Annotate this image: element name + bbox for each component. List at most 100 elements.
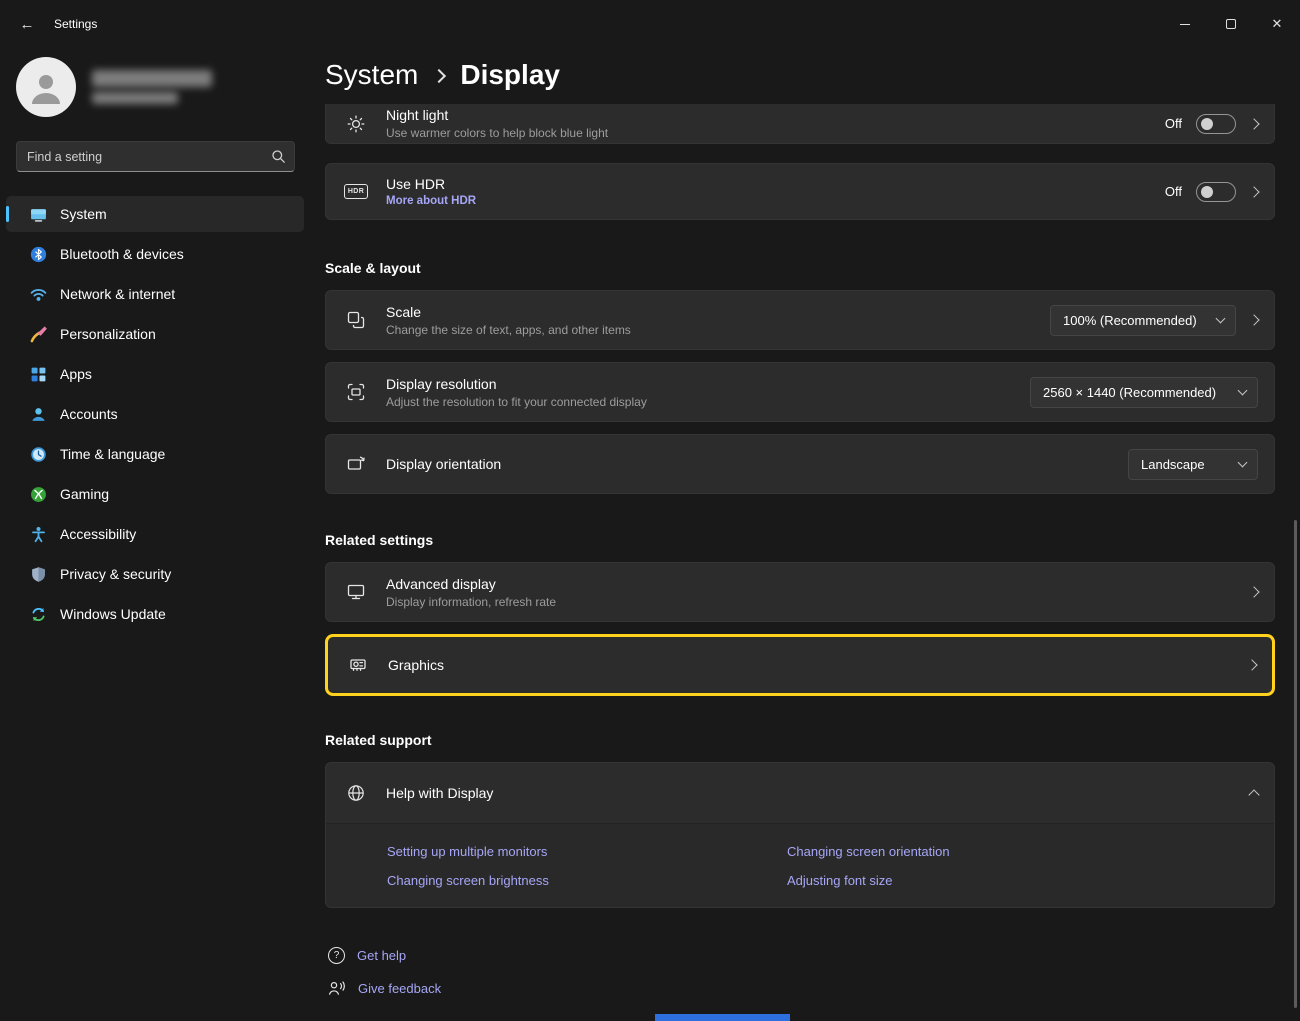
page-title: Display: [460, 59, 560, 91]
night-light-row[interactable]: Night light Use warmer colors to help bl…: [325, 104, 1275, 144]
row-title: Graphics: [388, 657, 444, 673]
sidebar-item-accounts[interactable]: Accounts: [6, 396, 304, 432]
sidebar-item-system[interactable]: System: [6, 196, 304, 232]
hdr-state: Off: [1165, 184, 1182, 199]
sidebar-item-accessibility[interactable]: Accessibility: [6, 516, 304, 552]
sidebar-item-label: Apps: [60, 366, 92, 382]
minimize-icon: [1180, 24, 1190, 25]
chevron-right-icon: [1248, 314, 1259, 325]
get-help-icon: ?: [328, 947, 345, 964]
search-input[interactable]: [27, 150, 271, 164]
system-icon: [30, 206, 47, 223]
app-title: Settings: [54, 17, 97, 31]
titlebar: ← Settings ✕: [0, 0, 1300, 48]
accessibility-person-icon: [30, 526, 47, 543]
advanced-display-row[interactable]: Advanced display Display information, re…: [325, 562, 1275, 622]
xbox-icon: [30, 486, 47, 503]
breadcrumb-system[interactable]: System: [325, 59, 418, 91]
night-light-state: Off: [1165, 116, 1182, 131]
sidebar-item-label: Gaming: [60, 486, 109, 502]
help-link-screen-orientation[interactable]: Changing screen orientation: [787, 844, 1274, 873]
section-related-settings: Related settings: [325, 532, 433, 548]
sidebar-item-label: Personalization: [60, 326, 156, 342]
shield-icon: [30, 566, 47, 583]
sidebar-item-personalization[interactable]: Personalization: [6, 316, 304, 352]
minimize-button[interactable]: [1162, 0, 1208, 48]
row-subtitle: Use warmer colors to help block blue lig…: [386, 126, 608, 140]
avatar[interactable]: [16, 57, 76, 117]
dropdown-value: 100% (Recommended): [1063, 313, 1197, 328]
row-subtitle: Display information, refresh rate: [386, 595, 556, 609]
use-hdr-row[interactable]: HDR Use HDR More about HDR Off: [325, 163, 1275, 220]
night-light-toggle[interactable]: [1196, 114, 1236, 134]
selection-indicator: [6, 206, 9, 222]
apps-grid-icon: [30, 366, 47, 383]
sidebar-item-gaming[interactable]: Gaming: [6, 476, 304, 512]
search-icon: [271, 149, 286, 164]
resolution-icon: [326, 382, 386, 402]
sidebar-item-label: Privacy & security: [60, 566, 171, 582]
scale-row[interactable]: Scale Change the size of text, apps, and…: [325, 290, 1275, 350]
help-links: Setting up multiple monitors Changing sc…: [326, 823, 1274, 907]
sidebar-item-time-language[interactable]: Time & language: [6, 436, 304, 472]
orientation-dropdown[interactable]: Landscape: [1128, 449, 1258, 480]
person-icon: [27, 68, 65, 106]
bluetooth-icon: [30, 246, 47, 263]
monitor-icon: [326, 582, 386, 602]
chevron-right-icon: [1246, 659, 1257, 670]
sidebar-item-label: Windows Update: [60, 606, 166, 622]
get-help-link[interactable]: Get help: [357, 948, 406, 963]
resolution-dropdown[interactable]: 2560 × 1440 (Recommended): [1030, 377, 1258, 408]
sidebar-item-network-internet[interactable]: Network & internet: [6, 276, 304, 312]
close-icon: ✕: [1272, 16, 1283, 32]
toggle-knob: [1201, 186, 1213, 198]
sidebar-nav: System Bluetooth & devices Network & int…: [6, 196, 304, 636]
row-title: Scale: [386, 304, 631, 320]
user-email-redacted: [92, 92, 178, 104]
dropdown-value: 2560 × 1440 (Recommended): [1043, 385, 1216, 400]
help-with-display-header[interactable]: Help with Display: [326, 763, 1274, 823]
account-person-icon: [30, 406, 47, 423]
back-icon: ←: [20, 16, 35, 33]
chevron-down-icon: [1216, 314, 1226, 324]
paintbrush-icon: [30, 326, 47, 343]
wifi-icon: [30, 286, 47, 303]
row-title: Use HDR: [386, 176, 476, 192]
maximize-button[interactable]: [1208, 0, 1254, 48]
give-feedback-row[interactable]: Give feedback: [328, 978, 441, 998]
vertical-scrollbar[interactable]: [1294, 520, 1297, 1008]
row-title: Display orientation: [386, 456, 501, 472]
scale-dropdown[interactable]: 100% (Recommended): [1050, 305, 1236, 336]
orientation-icon: [326, 454, 386, 474]
close-button[interactable]: ✕: [1254, 0, 1300, 48]
display-resolution-row[interactable]: Display resolution Adjust the resolution…: [325, 362, 1275, 422]
maximize-icon: [1226, 19, 1236, 29]
back-button[interactable]: ←: [10, 9, 44, 39]
section-related-support: Related support: [325, 732, 432, 748]
sidebar-item-label: Accounts: [60, 406, 118, 422]
display-orientation-row[interactable]: Display orientation Landscape: [325, 434, 1275, 494]
breadcrumb-chevron-icon: [432, 69, 446, 83]
search-box[interactable]: [16, 141, 295, 172]
get-help-row[interactable]: ? Get help: [328, 945, 406, 965]
sidebar-item-privacy-security[interactable]: Privacy & security: [6, 556, 304, 592]
graphics-row[interactable]: Graphics: [325, 634, 1275, 696]
more-about-hdr-link[interactable]: More about HDR: [386, 195, 476, 207]
row-subtitle: Adjust the resolution to fit your connec…: [386, 395, 647, 409]
help-link-font-size[interactable]: Adjusting font size: [787, 873, 1274, 902]
help-link-multiple-monitors[interactable]: Setting up multiple monitors: [387, 844, 787, 873]
sidebar-item-apps[interactable]: Apps: [6, 356, 304, 392]
hdr-icon: HDR: [326, 184, 386, 199]
user-name-redacted: [92, 70, 212, 87]
row-title: Night light: [386, 107, 608, 123]
chevron-up-icon: [1248, 789, 1259, 800]
row-title: Display resolution: [386, 376, 647, 392]
give-feedback-link[interactable]: Give feedback: [358, 981, 441, 996]
hdr-toggle[interactable]: [1196, 182, 1236, 202]
night-light-icon: [326, 114, 386, 134]
sidebar-item-bluetooth-devices[interactable]: Bluetooth & devices: [6, 236, 304, 272]
help-link-screen-brightness[interactable]: Changing screen brightness: [387, 873, 787, 902]
chevron-down-icon: [1238, 458, 1248, 468]
sidebar-item-windows-update[interactable]: Windows Update: [6, 596, 304, 632]
clock-icon: [30, 446, 47, 463]
